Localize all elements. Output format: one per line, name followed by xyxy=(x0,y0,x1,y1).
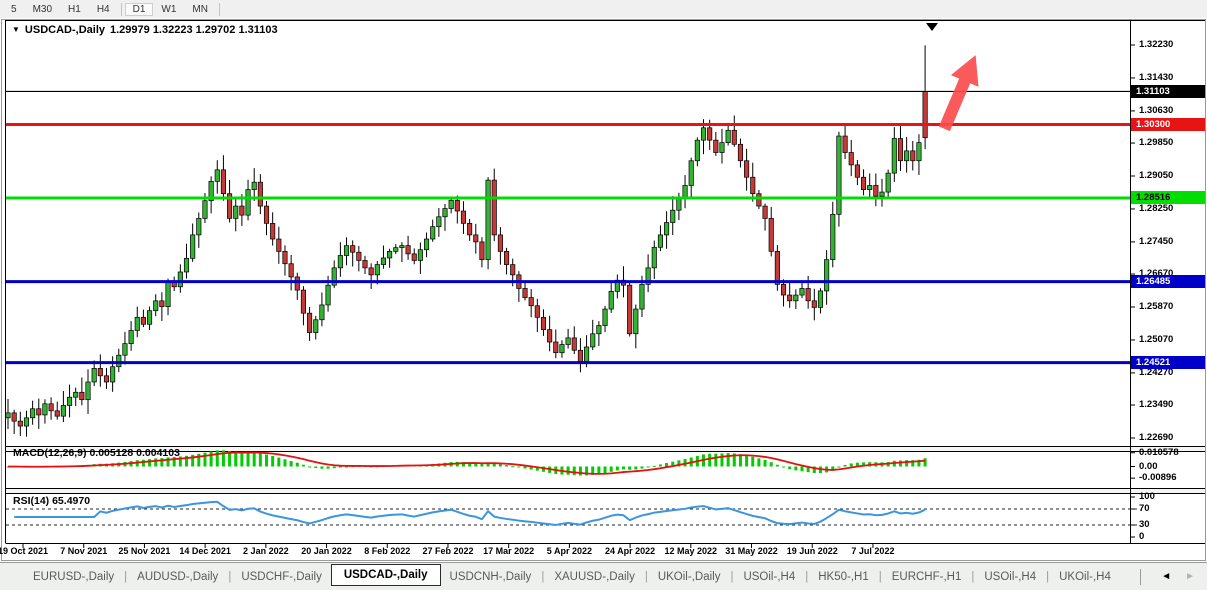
price-axis-tick: 1.23490 xyxy=(1139,400,1173,410)
date-axis-tick: 8 Feb 2022 xyxy=(364,546,410,556)
tab-ukoil-h4[interactable]: UKOil-,H4 xyxy=(1050,567,1120,587)
price-axis-tick: 1.31430 xyxy=(1139,73,1173,83)
rsi-indicator-label: RSI(14) 65.4970 xyxy=(13,495,90,507)
chart-canvas xyxy=(0,0,1207,590)
rsi-axis-tick: 100 xyxy=(1139,492,1155,502)
tab-usdcad-daily[interactable]: USDCAD-,Daily xyxy=(331,564,441,586)
trading-terminal: { "toolbar": { "timeframes": [ {"label":… xyxy=(0,0,1207,590)
tab-usdchf-daily[interactable]: USDCHF-,Daily xyxy=(232,567,331,587)
macd-indicator-label: MACD(12,26,9) 0.005128 0.004103 xyxy=(13,447,180,459)
symbol-tabbar: EURUSD-,Daily|AUDUSD-,Daily|USDCHF-,Dail… xyxy=(0,562,1207,590)
macd-axis-tick: 0.00 xyxy=(1139,462,1158,472)
tab-usoil-h4[interactable]: USOil-,H4 xyxy=(734,567,804,587)
price-axis-tick: 1.24270 xyxy=(1139,368,1173,378)
date-axis-tick: 27 Feb 2022 xyxy=(422,546,473,556)
date-axis-tick: 24 Apr 2022 xyxy=(605,546,655,556)
date-axis-tick: 20 Jan 2022 xyxy=(301,546,352,556)
price-tag-1.26485: 1.26485 xyxy=(1131,275,1205,288)
price-axis-tick: 1.22690 xyxy=(1139,433,1173,443)
date-axis-tick: 12 May 2022 xyxy=(665,546,718,556)
date-axis-tick: 5 Apr 2022 xyxy=(547,546,592,556)
date-axis-tick: 31 May 2022 xyxy=(725,546,778,556)
price-tag-1.24521: 1.24521 xyxy=(1131,356,1205,369)
date-axis-tick: 17 Mar 2022 xyxy=(483,546,534,556)
tab-hk50-h1[interactable]: HK50-,H1 xyxy=(809,567,878,587)
rsi-axis-tick: 30 xyxy=(1139,520,1150,530)
price-tag-1.28516: 1.28516 xyxy=(1131,191,1205,204)
price-axis-tick: 1.30630 xyxy=(1139,106,1173,116)
chart-symbol-label: USDCAD-,Daily xyxy=(25,24,105,36)
rsi-axis-tick: 70 xyxy=(1139,504,1150,514)
price-axis-tick: 1.25070 xyxy=(1139,335,1173,345)
price-tag-1.31103: 1.31103 xyxy=(1131,85,1205,98)
chart-title: ▼ USDCAD-,Daily 1.29979 1.32223 1.29702 … xyxy=(12,24,278,36)
date-axis-tick: 14 Dec 2021 xyxy=(179,546,231,556)
rsi-axis-tick: 0 xyxy=(1139,532,1144,542)
macd-axis-tick: -0.00896 xyxy=(1139,473,1177,483)
price-axis-tick: 1.27450 xyxy=(1139,237,1173,247)
tabbar-separator xyxy=(1140,569,1141,585)
tab-usoil-h4[interactable]: USOil-,H4 xyxy=(975,567,1045,587)
date-axis-tick: 25 Nov 2021 xyxy=(118,546,170,556)
chart-ohlc-values: 1.29979 1.32223 1.29702 1.31103 xyxy=(110,24,278,36)
candlestick-series xyxy=(6,45,927,436)
tab-xauusd-daily[interactable]: XAUUSD-,Daily xyxy=(545,567,644,587)
tab-usdcnh-daily[interactable]: USDCNH-,Daily xyxy=(441,567,541,587)
date-axis-tick: 19 Jun 2022 xyxy=(787,546,838,556)
macd-axis-tick: 0.010578 xyxy=(1139,448,1179,458)
tab-scroll-controls: ◄► xyxy=(1140,569,1207,585)
price-axis-tick: 1.29850 xyxy=(1139,138,1173,148)
price-axis-tick: 1.25870 xyxy=(1139,302,1173,312)
tab-audusd-daily[interactable]: AUDUSD-,Daily xyxy=(128,567,227,587)
tab-eurusd-daily[interactable]: EURUSD-,Daily xyxy=(24,567,123,587)
date-axis-tick: 7 Jul 2022 xyxy=(851,546,894,556)
rsi-line xyxy=(14,502,925,525)
price-tag-1.30300: 1.30300 xyxy=(1131,118,1205,131)
price-axis-tick: 1.29050 xyxy=(1139,171,1173,181)
price-axis-tick: 1.28250 xyxy=(1139,204,1173,214)
tab-eurchf-h1[interactable]: EURCHF-,H1 xyxy=(883,567,971,587)
date-axis-tick: 2 Jan 2022 xyxy=(243,546,289,556)
tab-scroll-left-icon[interactable]: ◄ xyxy=(1161,571,1171,582)
date-axis-tick: 19 Oct 2021 xyxy=(0,546,48,556)
chart-dropdown-icon[interactable]: ▼ xyxy=(12,26,20,34)
price-axis-tick: 1.32230 xyxy=(1139,40,1173,50)
tab-ukoil-daily[interactable]: UKOil-,Daily xyxy=(649,567,730,587)
chart-window-border xyxy=(2,20,1206,561)
tab-scroll-right-icon[interactable]: ► xyxy=(1185,571,1195,582)
date-axis-tick: 7 Nov 2021 xyxy=(60,546,107,556)
last-bar-marker xyxy=(926,23,938,31)
